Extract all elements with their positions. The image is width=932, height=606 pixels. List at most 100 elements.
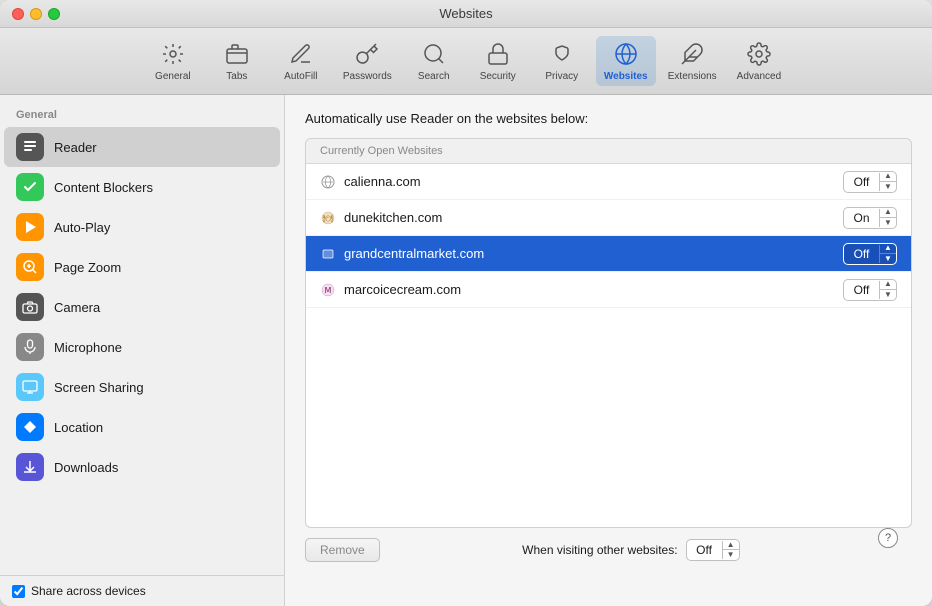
stepper-marcoicecream[interactable]: Off ▲ ▼ (843, 279, 897, 301)
minimize-button[interactable] (30, 8, 42, 20)
close-button[interactable] (12, 8, 24, 20)
sidebar-item-downloads[interactable]: Downloads (0, 447, 284, 487)
privacy-icon (548, 40, 576, 68)
sidebar-item-label-location: Location (54, 420, 103, 435)
stepper-up-calienna[interactable]: ▲ (880, 172, 896, 182)
other-websites: When visiting other websites: Off ▲ ▼ (522, 539, 739, 561)
stepper-arrows-dunekitchen[interactable]: ▲ ▼ (880, 208, 896, 228)
stepper-calienna[interactable]: Off ▲ ▼ (843, 171, 897, 193)
window-title: Websites (439, 6, 492, 21)
toolbar-item-search[interactable]: Search (404, 36, 464, 86)
remove-button[interactable]: Remove (305, 538, 380, 562)
sidebar-bottom: Share across devices (0, 575, 284, 606)
other-websites-arrows[interactable]: ▲ ▼ (723, 540, 739, 560)
toolbar-label-security: Security (480, 71, 516, 82)
svg-text:🍽: 🍽 (323, 214, 333, 223)
sidebar-item-microphone[interactable]: Microphone (0, 327, 284, 367)
sidebar-item-label-downloads: Downloads (54, 460, 118, 475)
passwords-icon (353, 40, 381, 68)
stepper-up-marcoicecream[interactable]: ▲ (880, 280, 896, 290)
row-control-calienna[interactable]: Off ▲ ▼ (843, 171, 897, 193)
stepper-arrows-marcoicecream[interactable]: ▲ ▼ (880, 280, 896, 300)
toolbar-item-autofill[interactable]: AutoFill (271, 36, 331, 86)
toolbar-label-extensions: Extensions (668, 71, 717, 82)
toolbar-label-websites: Websites (604, 71, 648, 82)
other-websites-up[interactable]: ▲ (723, 540, 739, 550)
sidebar-item-label-page-zoom: Page Zoom (54, 260, 121, 275)
downloads-icon (16, 453, 44, 481)
other-websites-down[interactable]: ▼ (723, 550, 739, 560)
bottom-row: Remove When visiting other websites: Off… (305, 528, 912, 562)
favicon-dunekitchen: 🍽 (320, 210, 336, 226)
sidebar-item-auto-play[interactable]: Auto-Play (0, 207, 284, 247)
panel-header: Automatically use Reader on the websites… (305, 111, 912, 126)
table-row[interactable]: grandcentralmarket.com Off ▲ ▼ (306, 236, 911, 272)
stepper-up-grandcentral[interactable]: ▲ (880, 244, 896, 254)
toolbar-item-privacy[interactable]: Privacy (532, 36, 592, 86)
microphone-icon (16, 333, 44, 361)
reader-icon (16, 133, 44, 161)
toolbar-item-tabs[interactable]: Tabs (207, 36, 267, 86)
sidebar-item-page-zoom[interactable]: Page Zoom (0, 247, 284, 287)
maximize-button[interactable] (48, 8, 60, 20)
location-icon (16, 413, 44, 441)
camera-icon (16, 293, 44, 321)
stepper-down-grandcentral[interactable]: ▼ (880, 254, 896, 264)
stepper-arrows-calienna[interactable]: ▲ ▼ (880, 172, 896, 192)
stepper-grandcentral[interactable]: Off ▲ ▼ (843, 243, 897, 265)
stepper-down-calienna[interactable]: ▼ (880, 182, 896, 192)
sidebar-item-content-blockers[interactable]: Content Blockers (0, 167, 284, 207)
toolbar-item-security[interactable]: Security (468, 36, 528, 86)
toolbar-label-tabs: Tabs (226, 71, 247, 82)
stepper-up-dunekitchen[interactable]: ▲ (880, 208, 896, 218)
favicon-marcoicecream: Ⅿ (320, 282, 336, 298)
stepper-value-grandcentral: Off (844, 245, 880, 263)
share-label: Share across devices (31, 584, 146, 598)
sidebar-item-label-screen-sharing: Screen Sharing (54, 380, 144, 395)
toolbar-item-passwords[interactable]: Passwords (335, 36, 400, 86)
favicon-calienna (320, 174, 336, 190)
autoplay-icon (16, 213, 44, 241)
svg-text:Ⅿ: Ⅿ (325, 286, 332, 295)
sidebar-item-camera[interactable]: Camera (0, 287, 284, 327)
row-control-marcoicecream[interactable]: Off ▲ ▼ (843, 279, 897, 301)
extensions-icon (678, 40, 706, 68)
toolbar-label-advanced: Advanced (737, 71, 781, 82)
table-row[interactable]: Ⅿ marcoicecream.com Off ▲ ▼ (306, 272, 911, 308)
table-row[interactable]: 🍽 dunekitchen.com On ▲ ▼ (306, 200, 911, 236)
sidebar-item-label-camera: Camera (54, 300, 100, 315)
sidebar-item-reader[interactable]: Reader (4, 127, 280, 167)
advanced-icon (745, 40, 773, 68)
search-icon (420, 40, 448, 68)
traffic-lights (12, 8, 60, 20)
page-zoom-icon (16, 253, 44, 281)
toolbar-item-websites[interactable]: Websites (596, 36, 656, 86)
table-header: Currently Open Websites (306, 139, 911, 164)
stepper-down-dunekitchen[interactable]: ▼ (880, 218, 896, 228)
share-checkbox[interactable] (12, 585, 25, 598)
table-row[interactable]: calienna.com Off ▲ ▼ (306, 164, 911, 200)
sidebar-section-header: General (0, 105, 284, 127)
toolbar-item-general[interactable]: General (143, 36, 203, 86)
autofill-icon (287, 40, 315, 68)
stepper-down-marcoicecream[interactable]: ▼ (880, 290, 896, 300)
row-control-dunekitchen[interactable]: On ▲ ▼ (843, 207, 897, 229)
websites-icon (612, 40, 640, 68)
sidebar-item-location[interactable]: Location (0, 407, 284, 447)
toolbar-label-autofill: AutoFill (284, 71, 317, 82)
help-button[interactable]: ? (878, 528, 898, 548)
right-panel: Automatically use Reader on the websites… (285, 95, 932, 606)
toolbar-item-extensions[interactable]: Extensions (660, 36, 725, 86)
row-control-grandcentral[interactable]: Off ▲ ▼ (843, 243, 897, 265)
toolbar-label-privacy: Privacy (545, 71, 578, 82)
sidebar-item-label-microphone: Microphone (54, 340, 122, 355)
stepper-arrows-grandcentral[interactable]: ▲ ▼ (880, 244, 896, 264)
other-websites-stepper[interactable]: Off ▲ ▼ (686, 539, 740, 561)
toolbar: General Tabs AutoFill (0, 28, 932, 95)
sidebar-item-screen-sharing[interactable]: Screen Sharing (0, 367, 284, 407)
toolbar-label-passwords: Passwords (343, 71, 392, 82)
stepper-dunekitchen[interactable]: On ▲ ▼ (843, 207, 897, 229)
row-label-dunekitchen: dunekitchen.com (344, 210, 843, 225)
row-label-grandcentral: grandcentralmarket.com (344, 246, 843, 261)
toolbar-item-advanced[interactable]: Advanced (729, 36, 789, 86)
